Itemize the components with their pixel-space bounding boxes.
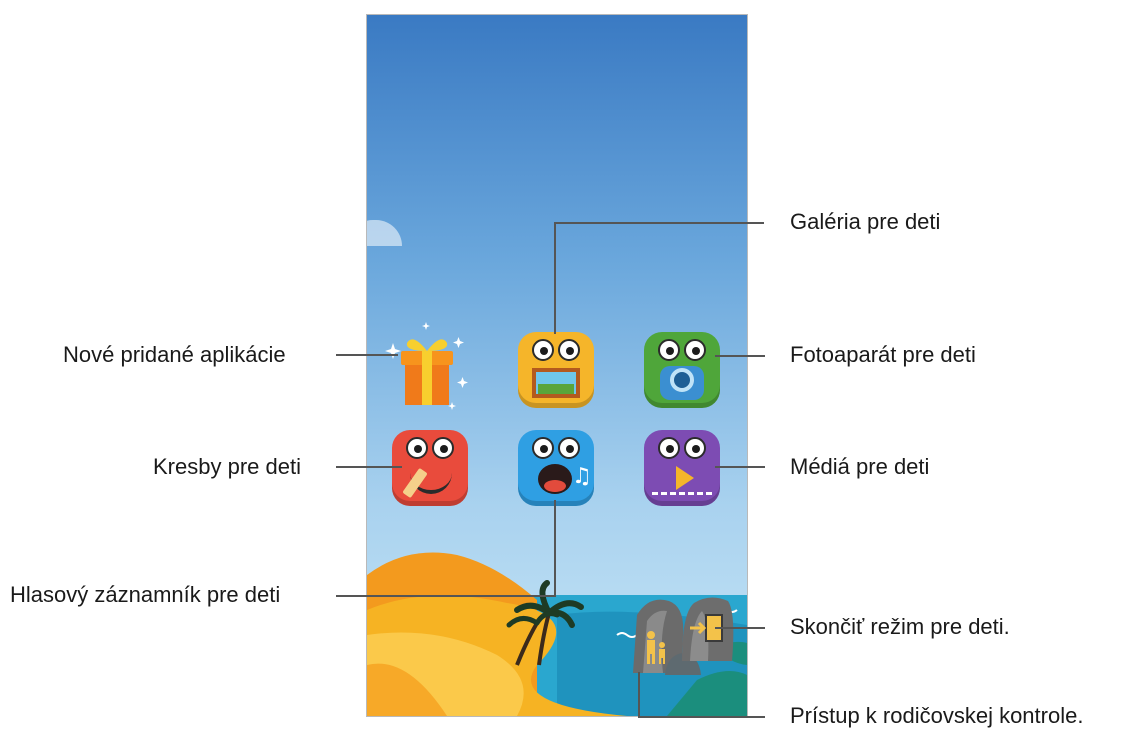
callout-kids-gallery: Galéria pre deti xyxy=(790,209,941,234)
callout-exit-kids-mode: Skončiť režim pre deti. xyxy=(790,614,1010,639)
leader-line xyxy=(554,500,556,597)
leader-line xyxy=(554,222,556,334)
leader-line xyxy=(715,627,765,629)
callout-parental-control: Prístup k rodičovskej kontrole. xyxy=(790,703,1084,728)
gift-icon[interactable] xyxy=(385,321,469,413)
kids-gallery-icon[interactable] xyxy=(518,332,594,408)
kids-camera-icon[interactable] xyxy=(644,332,720,408)
kids-voice-recorder-icon[interactable]: ♫ xyxy=(518,430,594,506)
callout-new-apps: Nové pridané aplikácie xyxy=(63,342,286,367)
callout-kids-media: Médiá pre deti xyxy=(790,454,930,479)
leader-line xyxy=(638,672,640,718)
leader-line xyxy=(715,355,765,357)
callout-kids-camera: Fotoaparát pre deti xyxy=(790,342,976,367)
leader-line xyxy=(336,595,556,597)
leader-line xyxy=(554,222,764,224)
cloud-decoration xyxy=(367,220,402,246)
kids-drawing-icon[interactable] xyxy=(392,430,468,506)
callout-kids-drawing: Kresby pre deti xyxy=(153,454,301,479)
kids-mode-home-screen: ♫ xyxy=(366,14,748,717)
leader-line xyxy=(715,466,765,468)
leader-line xyxy=(336,466,402,468)
kids-media-icon[interactable] xyxy=(644,430,720,506)
leader-line xyxy=(638,716,765,718)
callout-kids-voice-recorder: Hlasový záznamník pre deti xyxy=(10,582,281,607)
leader-line xyxy=(336,354,398,356)
